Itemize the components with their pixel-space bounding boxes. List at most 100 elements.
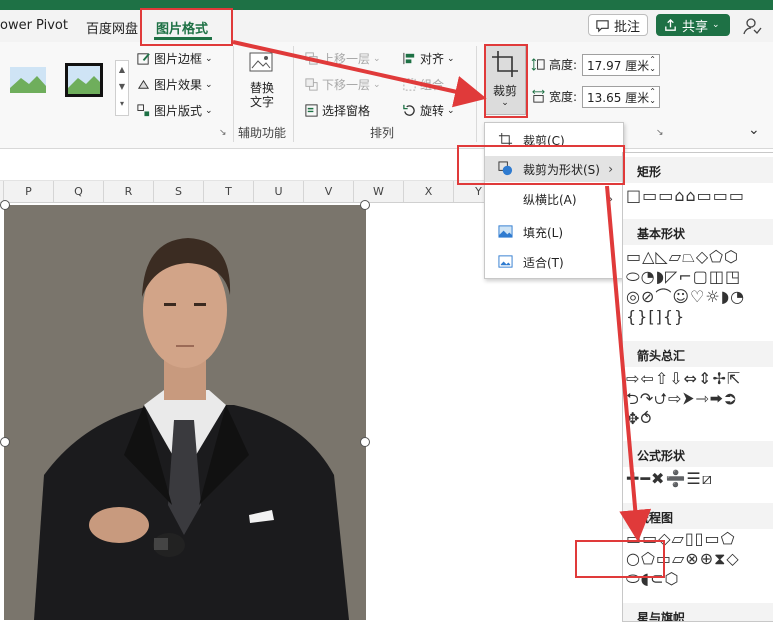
fit-picture-icon xyxy=(498,255,513,268)
menu-item-fit-label: 适合(T) xyxy=(523,255,564,270)
chevron-down-icon: ⌄ xyxy=(712,20,720,30)
column-header[interactable]: V xyxy=(304,181,354,202)
flowchart-section-title: 流程图 xyxy=(637,511,674,525)
picture-layout-label: 图片版式 xyxy=(154,104,203,118)
annotation-box-crop-button xyxy=(484,44,528,118)
spinner-arrows-icon[interactable]: ⌃ ⌄ xyxy=(649,87,656,105)
picture-effects-label: 图片效果 xyxy=(154,78,203,92)
column-header[interactable]: T xyxy=(204,181,254,202)
effects-icon xyxy=(137,79,150,89)
chevron-down-icon: ⌄ xyxy=(205,79,213,90)
selection-pane-icon xyxy=(305,104,318,117)
height-input[interactable]: 17.97 厘米 ⌃ ⌄ xyxy=(582,54,660,76)
column-header[interactable]: S xyxy=(154,181,204,202)
rectangles-section-title: 矩形 xyxy=(637,165,662,179)
framed-picture-icon xyxy=(65,63,103,97)
picture-style-thumbnail-2[interactable] xyxy=(64,62,104,98)
picture-effects-button[interactable]: 图片效果 ⌄ xyxy=(136,76,213,93)
dialog-launcher-icon[interactable]: ↘ xyxy=(219,128,227,138)
chevron-down-icon: ⌄ xyxy=(373,79,381,90)
basic-shapes-row[interactable]: ⬭◔◗◸⌐▢◫◳ xyxy=(626,267,741,287)
tab-power-pivot[interactable]: ower Pivot xyxy=(0,18,68,33)
group-divider xyxy=(476,46,477,142)
send-backward-label: 下移一层 xyxy=(322,78,371,92)
width-icon xyxy=(532,89,545,103)
alt-text-label: 替换 文字 xyxy=(249,81,274,109)
height-value: 17.97 厘米 xyxy=(587,59,650,73)
arrow-shapes-row[interactable]: ⇨⇦⇧⇩⇔⇕✢⇱ xyxy=(626,369,741,389)
accessibility-group-label: 辅助功能 xyxy=(238,126,287,140)
rotate-icon xyxy=(403,104,415,116)
resize-handle[interactable] xyxy=(0,437,10,447)
alt-text-button[interactable]: 替换 文字 xyxy=(244,50,280,109)
pen-border-icon xyxy=(137,53,150,65)
selected-picture[interactable] xyxy=(4,205,366,620)
annotation-box-crop-to-shape xyxy=(457,145,625,185)
chevron-down-icon: ⌄ xyxy=(447,105,455,116)
comments-label: 批注 xyxy=(614,19,641,35)
basic-shapes-row[interactable]: ▭△◺▱⏢◇⬠⬡ xyxy=(626,247,739,267)
comments-button[interactable]: 批注 xyxy=(588,14,648,36)
width-label: 宽度: xyxy=(549,90,578,104)
person-feedback-icon[interactable] xyxy=(742,16,762,36)
column-header[interactable]: X xyxy=(404,181,454,202)
group-icon xyxy=(403,78,416,91)
basic-shapes-row[interactable]: {}[]{} xyxy=(626,307,685,327)
column-header[interactable]: P xyxy=(4,181,54,202)
comment-icon xyxy=(596,19,609,32)
gallery-scroll-buttons[interactable]: ▲ ▼ ▾ xyxy=(115,60,129,116)
group-objects-button[interactable]: 组合 xyxy=(402,76,444,93)
tab-baidu-netdisk[interactable]: 百度网盘 xyxy=(86,18,138,37)
resize-handle[interactable] xyxy=(360,200,370,210)
menu-item-fit[interactable]: 适合(T) xyxy=(485,249,623,275)
selection-pane-label: 选择窗格 xyxy=(322,104,371,118)
collapse-ribbon-icon[interactable]: ⌄ xyxy=(748,122,760,138)
dialog-launcher-icon[interactable]: ↘ xyxy=(656,128,664,138)
align-button[interactable]: 对齐 ⌄ xyxy=(402,50,455,67)
height-label: 高度: xyxy=(549,58,578,72)
align-icon xyxy=(403,52,415,65)
send-backward-button[interactable]: 下移一层 ⌄ xyxy=(304,76,381,93)
chevron-down-icon: ⌄ xyxy=(373,53,381,64)
column-header[interactable]: Q xyxy=(54,181,104,202)
picture-layout-button[interactable]: 图片版式 ⌄ xyxy=(136,102,213,119)
chevron-down-icon: ⌄ xyxy=(205,53,213,64)
picture-border-button[interactable]: 图片边框 ⌄ xyxy=(136,50,213,67)
group-divider xyxy=(233,46,234,142)
column-header[interactable]: W xyxy=(354,181,404,202)
menu-item-aspect-ratio[interactable]: 纵横比(A) › xyxy=(485,186,623,212)
spinner-arrows-icon[interactable]: ⌃ ⌄ xyxy=(649,55,656,73)
height-icon xyxy=(531,58,545,71)
picture-border-label: 图片边框 xyxy=(154,52,203,66)
share-label: 共享 xyxy=(682,19,709,35)
resize-handle[interactable] xyxy=(0,200,10,210)
width-input[interactable]: 13.65 厘米 ⌃ ⌄ xyxy=(582,86,660,108)
equation-shapes-section-title: 公式形状 xyxy=(637,449,686,463)
rotate-button[interactable]: 旋转 ⌄ xyxy=(402,102,455,119)
chevron-down-icon: ⌄ xyxy=(447,53,455,64)
ribbon-tab-bar: ower Pivot 百度网盘 图片格式 批注 共享 ⌄ xyxy=(0,10,773,43)
arrange-group-label: 排列 xyxy=(370,126,395,140)
arrow-shapes-row[interactable]: ⮌↷⮍⇨⮞⇾⮕⮊ xyxy=(626,389,737,409)
title-bar-strip xyxy=(0,0,773,10)
share-button[interactable]: 共享 ⌄ xyxy=(656,14,730,36)
equation-shapes-row[interactable]: ✚━✖➗☰⧄ xyxy=(626,469,713,489)
portrait-photo xyxy=(4,205,366,620)
chevron-down-icon: ⌄ xyxy=(205,105,213,116)
column-header[interactable]: U xyxy=(254,181,304,202)
selection-pane-button[interactable]: 选择窗格 xyxy=(304,102,370,119)
picture-style-thumbnail-1[interactable] xyxy=(9,64,47,96)
rectangle-shapes-row[interactable]: □▭▭⌂⌂▭▭▭ xyxy=(626,186,745,206)
column-header[interactable]: R xyxy=(104,181,154,202)
bring-forward-label: 上移一层 xyxy=(322,52,371,66)
basic-shapes-row[interactable]: ◎⊘⌒☺♡☼◗◔ xyxy=(626,287,745,307)
align-label: 对齐 xyxy=(420,52,445,66)
arrow-shapes-row[interactable]: ✥⥀ xyxy=(626,409,652,429)
group-objects-label: 组合 xyxy=(420,78,445,92)
menu-item-fill[interactable]: 填充(L) xyxy=(485,219,623,245)
menu-item-fill-label: 填充(L) xyxy=(523,225,564,240)
fill-picture-icon xyxy=(498,225,513,238)
bring-forward-button[interactable]: 上移一层 ⌄ xyxy=(304,50,381,67)
resize-handle[interactable] xyxy=(360,437,370,447)
basic-shapes-section-title: 基本形状 xyxy=(637,227,686,241)
